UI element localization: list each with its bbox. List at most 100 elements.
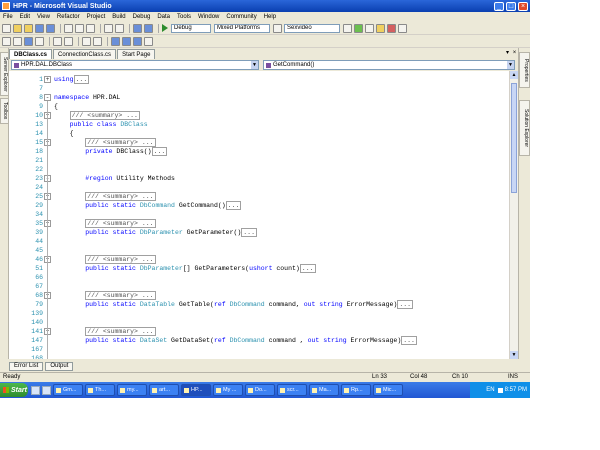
editor-vertical-scrollbar[interactable]: ▲ ▼ [509,71,518,359]
start-page-icon[interactable] [398,23,407,33]
scroll-down-icon[interactable]: ▼ [510,351,518,359]
redo-icon[interactable] [115,23,124,33]
navigate-forward-icon[interactable] [144,23,153,33]
new-project-icon[interactable] [2,23,11,33]
tab-start-page[interactable]: Start Page [117,49,156,59]
find-icon[interactable] [273,23,282,33]
menu-build[interactable]: Build [112,14,125,20]
scroll-up-icon[interactable]: ▲ [510,71,518,79]
cut-icon[interactable] [64,23,73,33]
collapsed-block[interactable]: /// <summary> ... [85,255,156,264]
menu-community[interactable]: Community [226,14,256,20]
menu-edit[interactable]: Edit [20,14,30,20]
maximize-button[interactable]: □ [506,1,516,11]
tab-connectionclass[interactable]: ConnectionClass.cs [53,49,117,59]
collapsed-block[interactable]: /// <summary> ... [85,327,156,336]
taskbar-button[interactable]: Do... [245,384,275,396]
solution-configuration-combo[interactable]: Debug [171,23,211,33]
show-desktop-icon[interactable] [31,385,40,395]
menu-project[interactable]: Project [87,14,106,20]
menu-debug[interactable]: Debug [133,14,151,20]
server-explorer-tab[interactable]: Server Explorer [0,52,9,96]
solution-explorer-icon[interactable] [354,23,363,33]
menu-data[interactable]: Data [157,14,170,20]
internet-explorer-icon[interactable] [42,385,51,395]
menu-refactor[interactable]: Refactor [57,14,80,20]
menu-window[interactable]: Window [198,14,219,20]
taskbar-button[interactable]: scr... [277,384,307,396]
navigate-backward-icon[interactable] [133,23,142,33]
active-files-dropdown-icon[interactable]: ▾ [504,49,511,59]
menu-file[interactable]: File [3,14,13,20]
collapsed-block[interactable]: ... [73,75,90,84]
display-parameter-info-icon[interactable] [13,36,22,46]
collapse-icon[interactable]: - [44,94,51,101]
close-document-icon[interactable]: × [511,49,518,59]
save-icon[interactable] [35,23,44,33]
collapsed-block[interactable]: /// <summary> ... [85,291,156,300]
collapsed-block[interactable]: /// <summary> ... [85,192,156,201]
menu-tools[interactable]: Tools [177,14,191,20]
code-editor[interactable]: 1+using...78-namespace HPR.DAL9{10+ /// … [9,71,509,359]
menu-view[interactable]: View [37,14,50,20]
collapsed-block[interactable]: ... [151,147,168,156]
save-all-icon[interactable] [46,23,55,33]
taskbar-button[interactable]: My ... [213,384,243,396]
collapsed-block[interactable]: ... [397,300,414,309]
comment-out-icon[interactable] [82,36,91,46]
display-quick-info-icon[interactable] [24,36,33,46]
taskbar-button[interactable]: art... [149,384,179,396]
taskbar-button[interactable]: Ma... [309,384,339,396]
collapsed-block[interactable]: ... [241,228,257,237]
increase-indent-icon[interactable] [64,36,73,46]
taskbar-button[interactable]: Rp... [341,384,371,396]
add-item-icon[interactable] [13,23,22,33]
collapsed-block[interactable]: ... [299,264,316,273]
next-bookmark-icon[interactable] [133,36,142,46]
find-combo[interactable]: Sexvideo [284,23,340,33]
previous-bookmark-icon[interactable] [122,36,131,46]
taskbar-button[interactable]: Gm... [53,384,83,396]
solution-explorer-tab[interactable]: Solution Explorer [519,100,530,156]
close-button[interactable]: × [518,1,528,11]
properties-icon[interactable] [365,23,374,33]
toolbox-icon[interactable] [387,23,396,33]
object-browser-icon[interactable] [376,23,385,33]
scroll-thumb[interactable] [511,83,517,193]
tab-output[interactable]: Output [45,361,74,371]
solution-platform-combo[interactable]: Mixed Platforms [214,23,270,33]
paste-icon[interactable] [86,23,95,33]
complete-word-icon[interactable] [35,36,44,46]
copy-icon[interactable] [75,23,84,33]
tab-error-list[interactable]: Error List [9,361,44,371]
taskbar-button[interactable]: HP... [181,384,211,396]
expand-icon[interactable]: + [44,76,51,83]
collapsed-block[interactable]: /// <summary> ... [69,111,140,120]
tray-icon[interactable] [497,387,503,393]
clear-bookmarks-icon[interactable] [144,36,153,46]
start-button[interactable]: Start [0,383,28,397]
collapsed-block[interactable]: ... [401,336,417,345]
taskbar-button[interactable]: Mic... [373,384,403,396]
taskbar-button[interactable]: my... [117,384,147,396]
find-in-files-icon[interactable] [343,23,352,33]
language-indicator[interactable]: EN [486,387,494,393]
decrease-indent-icon[interactable] [53,36,62,46]
types-combo[interactable]: HPR.DAL.DBClass ▼ [11,60,259,70]
undo-icon[interactable] [104,23,113,33]
toggle-bookmark-icon[interactable] [111,36,120,46]
menu-help[interactable]: Help [264,14,276,20]
collapsed-block[interactable]: /// <summary> ... [85,219,156,228]
tab-dbclass[interactable]: DBClass.cs [9,49,53,59]
uncomment-icon[interactable] [93,36,102,46]
taskbar-button[interactable]: Th... [85,384,115,396]
open-file-icon[interactable] [24,23,33,33]
properties-tab[interactable]: Properties [519,52,530,88]
start-debugging-icon[interactable] [162,24,168,32]
members-combo[interactable]: GetCommand() ▼ [263,60,515,70]
collapsed-block[interactable]: ... [225,201,242,210]
minimize-button[interactable]: _ [494,1,504,11]
collapsed-block[interactable]: /// <summary> ... [85,138,156,147]
display-object-member-list-icon[interactable] [2,36,11,46]
toolbox-tab[interactable]: Toolbox [0,98,9,124]
